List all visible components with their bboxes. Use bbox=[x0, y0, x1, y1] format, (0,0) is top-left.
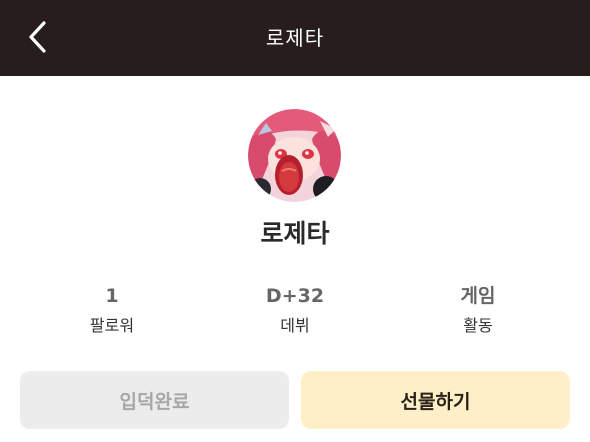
stat-followers-value: 1 bbox=[105, 285, 119, 307]
stat-debut-label: 데뷔 bbox=[280, 316, 310, 335]
stat-followers-label: 팔로워 bbox=[89, 316, 135, 335]
avatar bbox=[248, 109, 341, 202]
stat-activity: 게임 활동 bbox=[398, 282, 558, 338]
stat-followers: 1 팔로워 bbox=[32, 282, 192, 338]
join-complete-button[interactable]: 입덕완료 bbox=[20, 371, 289, 429]
stat-debut: D+32 데뷔 bbox=[215, 282, 375, 338]
stat-activity-value: 게임 bbox=[460, 285, 496, 307]
send-gift-button[interactable]: 선물하기 bbox=[301, 371, 570, 429]
stat-debut-value: D+32 bbox=[265, 285, 325, 307]
top-bar: 로제타 bbox=[0, 0, 590, 76]
page-title: 로제타 bbox=[265, 26, 325, 50]
profile-name: 로제타 bbox=[260, 219, 330, 248]
stat-activity-label: 활동 bbox=[463, 316, 493, 335]
